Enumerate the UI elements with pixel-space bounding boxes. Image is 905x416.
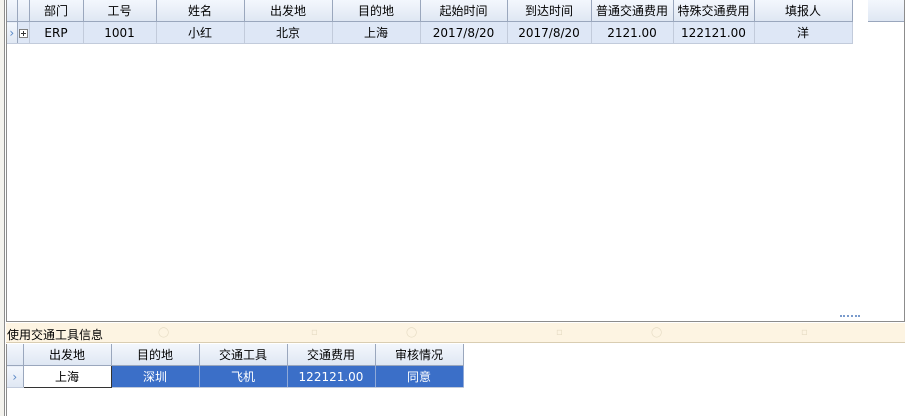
row-indicator[interactable]: › (7, 21, 18, 44)
decoration: ▫ (311, 327, 318, 338)
column-header-from[interactable]: 出发地 (23, 344, 112, 366)
cell-special-fee[interactable]: 122121.00 (673, 21, 755, 44)
detail-grid-header: 出发地 目的地 交通工具 交通费用 审核情况 (7, 344, 464, 366)
expand-plus-icon[interactable] (18, 28, 28, 38)
cell-to[interactable]: 上海 (332, 21, 421, 44)
detail-grid-panel[interactable]: 出发地 目的地 交通工具 交通费用 审核情况 › 上海 深圳 飞机 122121… (6, 344, 905, 416)
cell-from[interactable]: 北京 (244, 21, 333, 44)
cell-to[interactable]: 深圳 (111, 365, 200, 388)
master-grid[interactable]: 部门 工号 姓名 出发地 目的地 起始时间 到达时间 普通交通费用 特殊交通费用… (7, 0, 853, 44)
row-indicator-arrow-icon: › (9, 25, 15, 40)
cell-name[interactable]: 小红 (156, 21, 245, 44)
column-header-status[interactable]: 审核情况 (375, 344, 464, 366)
decoration: ▫ (801, 327, 808, 338)
column-header-dept[interactable]: 部门 (29, 0, 84, 22)
window-frame-left (0, 0, 5, 416)
expander-header (17, 0, 30, 22)
decoration: ◯ (406, 327, 418, 338)
detail-section-bar: 使用交通工具信息 ◯ ▫ ◯ ▫ ◯ ▫ (6, 323, 905, 343)
cell-dept[interactable]: ERP (29, 21, 84, 44)
cell-status[interactable]: 同意 (375, 365, 464, 388)
column-header-reporter[interactable]: 填报人 (754, 0, 853, 22)
row-indicator[interactable]: › (7, 365, 24, 388)
column-header-to[interactable]: 目的地 (111, 344, 200, 366)
column-header-special-fee[interactable]: 特殊交通费用 (673, 0, 755, 22)
column-header-from[interactable]: 出发地 (244, 0, 333, 22)
cell-fee[interactable]: 122121.00 (287, 365, 376, 388)
cell-normal-fee[interactable]: 2121.00 (591, 21, 674, 44)
column-header-normal-fee[interactable]: 普通交通费用 (591, 0, 674, 22)
decoration: ▫ (556, 327, 563, 338)
cell-start-time[interactable]: 2017/8/20 (420, 21, 508, 44)
cell-vehicle[interactable]: 飞机 (199, 365, 288, 388)
column-header-vehicle[interactable]: 交通工具 (199, 344, 288, 366)
column-header-start-time[interactable]: 起始时间 (420, 0, 508, 22)
section-title: 使用交通工具信息 (7, 328, 104, 342)
cell-from[interactable]: 上海 (22, 365, 112, 388)
table-row[interactable]: › 上海 深圳 飞机 122121.00 同意 (7, 365, 464, 388)
column-header-emp-id[interactable]: 工号 (83, 0, 157, 22)
cell-reporter[interactable]: 洋 (754, 21, 853, 44)
column-header-arrive-time[interactable]: 到达时间 (507, 0, 592, 22)
header-fill (868, 0, 904, 22)
detail-grid[interactable]: 出发地 目的地 交通工具 交通费用 审核情况 › 上海 深圳 飞机 122121… (7, 344, 464, 388)
expander-cell[interactable] (17, 21, 30, 44)
column-header-name[interactable]: 姓名 (156, 0, 245, 22)
decoration: ◯ (651, 327, 663, 338)
cell-arrive-time[interactable]: 2017/8/20 (507, 21, 592, 44)
column-header-to[interactable]: 目的地 (332, 0, 421, 22)
decoration: ◯ (158, 327, 170, 338)
master-grid-panel[interactable]: 部门 工号 姓名 出发地 目的地 起始时间 到达时间 普通交通费用 特殊交通费用… (6, 0, 905, 322)
splitter-grip[interactable] (840, 315, 860, 321)
master-grid-header: 部门 工号 姓名 出发地 目的地 起始时间 到达时间 普通交通费用 特殊交通费用… (7, 0, 853, 22)
column-header-fee[interactable]: 交通费用 (287, 344, 376, 366)
row-indicator-arrow-icon: › (12, 369, 18, 384)
row-indicator-header (7, 0, 18, 22)
cell-emp-id[interactable]: 1001 (83, 21, 157, 44)
table-row[interactable]: › ERP 1001 小红 北京 上海 2017/8/20 2017/8/20 … (7, 21, 853, 44)
row-indicator-header (7, 344, 24, 366)
